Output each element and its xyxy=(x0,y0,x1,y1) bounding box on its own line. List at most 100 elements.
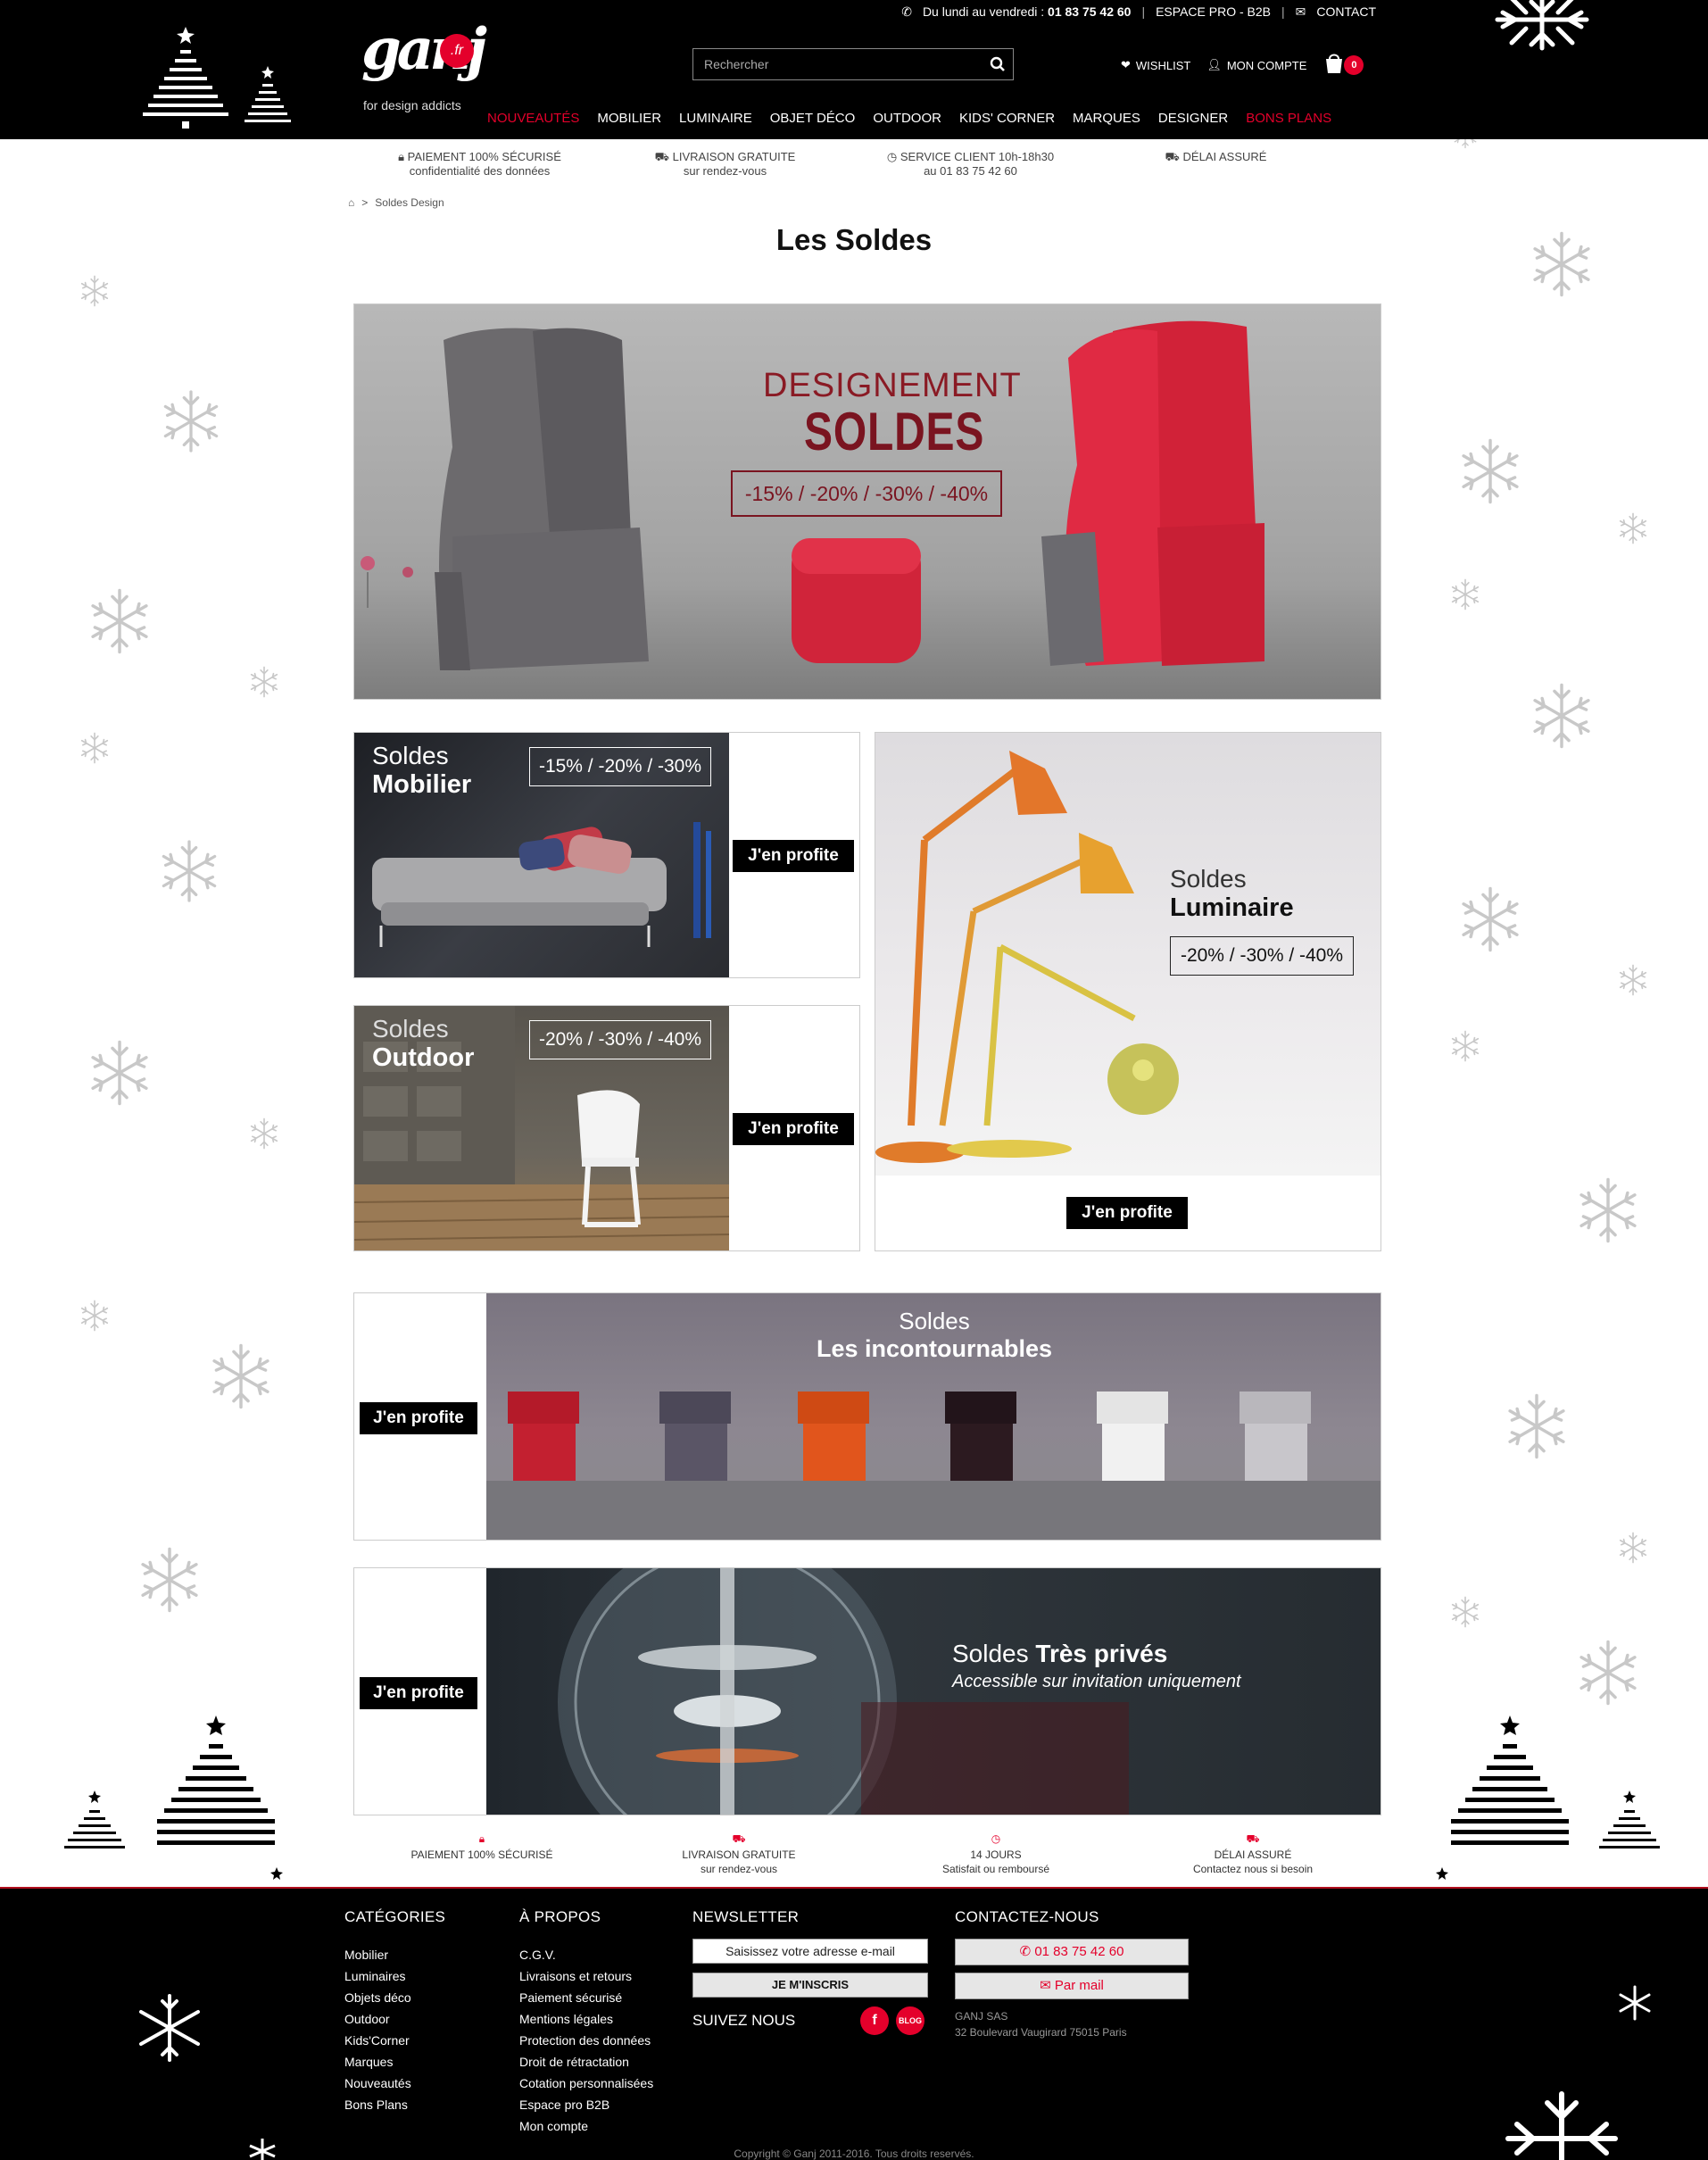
main-navigation: NOUVEAUTÉS MOBILIER LUMINAIRE OBJET DÉCO… xyxy=(487,111,1331,126)
user-icon: 👤︎ xyxy=(1206,58,1222,71)
footer-link[interactable]: Kids'Corner xyxy=(344,2030,445,2051)
contact-phone-button[interactable]: ✆ 01 83 75 42 60 xyxy=(955,1939,1189,1965)
footer-link[interactable]: Mentions légales xyxy=(519,2008,653,2030)
footer-reassurance-title: PAIEMENT 100% SÉCURISÉ xyxy=(410,1848,553,1861)
nav-item-objet-deco[interactable]: OBJET DÉCO xyxy=(770,111,856,126)
phone-icon: ✆ xyxy=(1019,1944,1032,1959)
logo-badge: .fr xyxy=(440,34,474,68)
mail-icon: ✉ xyxy=(1295,4,1306,19)
tile-label-line1: Soldes xyxy=(1170,865,1247,893)
search-icon[interactable] xyxy=(983,49,1013,79)
site-header: ganj .fr for design addicts ✆ Du lundi a… xyxy=(0,0,1708,139)
contact-phone-label: 01 83 75 42 60 xyxy=(1034,1944,1124,1959)
prives-label: Soldes Très privés Accessible sur invita… xyxy=(952,1640,1241,1692)
truck-icon: ⛟ xyxy=(1246,1832,1260,1845)
prives-image xyxy=(486,1568,1380,1815)
footer-link[interactable]: Droit de rétractation xyxy=(519,2051,653,2073)
nav-item-luminaire[interactable]: LUMINAIRE xyxy=(679,111,752,126)
snowflake-icon xyxy=(1495,0,1589,51)
promo-tile-incontournables[interactable]: J'en profite Soldes Les incontournables xyxy=(353,1292,1381,1541)
nav-item-designer[interactable]: DESIGNER xyxy=(1158,111,1228,126)
mobilier-label: Soldes Mobilier xyxy=(372,742,471,800)
footer-reassurance-sub: sur rendez-vous xyxy=(700,1863,778,1875)
footer-link[interactable]: Cotation personnalisées xyxy=(519,2073,653,2094)
footer-about: À PROPOS C.G.V. Livraisons et retours Pa… xyxy=(519,1908,653,2137)
footer-contact-title: CONTACTEZ-NOUS xyxy=(955,1908,1099,1925)
incontournables-cta-button[interactable]: J'en profite xyxy=(360,1402,477,1434)
tile-label-line1: Soldes xyxy=(899,1308,970,1334)
footer-link[interactable]: Protection des données xyxy=(519,2030,653,2051)
footer-link[interactable]: C.G.V. xyxy=(519,1944,653,1965)
tile-label-line1: Soldes xyxy=(372,742,449,769)
footer-reassurance-title: 14 JOURS xyxy=(970,1848,1022,1861)
footer-link[interactable]: Luminaires xyxy=(344,1965,445,1987)
reassurance-sub: au 01 83 75 42 60 xyxy=(924,164,1017,178)
lock-icon: 🔒︎ xyxy=(478,1832,485,1845)
pro-b2b-link[interactable]: ESPACE PRO - B2B xyxy=(1156,4,1271,19)
cart-button[interactable]: 0 xyxy=(1322,52,1374,79)
promo-tile-outdoor[interactable]: Soldes Outdoor -20% / -30% / -40% J'en p… xyxy=(353,1005,860,1251)
footer-reassurance-title: LIVRAISON GRATUITE xyxy=(682,1848,796,1861)
search-input[interactable] xyxy=(693,49,983,79)
footer-about-title: À PROPOS xyxy=(519,1908,601,1925)
promo-tile-prives[interactable]: J'en profite Soldes Très privés Accessib… xyxy=(353,1567,1381,1815)
site-logo[interactable]: ganj .fr for design addicts xyxy=(361,21,487,113)
prives-cta-button[interactable]: J'en profite xyxy=(360,1677,477,1709)
blog-icon[interactable]: BLOG xyxy=(896,2006,924,2035)
christmas-tree-icon xyxy=(1436,1716,1660,1880)
footer-link[interactable]: Marques xyxy=(344,2051,445,2073)
outdoor-cta-button[interactable]: J'en profite xyxy=(733,1113,854,1145)
mail-icon: ✉ xyxy=(1040,1978,1051,1993)
snowflake-icon xyxy=(139,1994,200,2062)
hours-label: Du lundi au vendredi : 01 83 75 42 60 xyxy=(922,4,1132,19)
newsletter-email-input[interactable]: Saisissez votre adresse e-mail xyxy=(692,1939,928,1964)
home-icon[interactable]: ⌂ xyxy=(348,196,354,209)
promo-tile-mobilier[interactable]: Soldes Mobilier -15% / -20% / -30% J'en … xyxy=(353,732,860,978)
outdoor-discounts: -20% / -30% / -40% xyxy=(529,1020,711,1059)
tile-label-line2: Luminaire xyxy=(1170,893,1294,922)
newsletter-subscribe-button[interactable]: JE M'INSCRIS xyxy=(692,1973,928,1998)
tile-label-line1: Soldes xyxy=(372,1015,449,1043)
reassurance-title: SERVICE CLIENT 10h-18h30 xyxy=(900,150,1055,163)
footer-link[interactable]: Bons Plans xyxy=(344,2094,445,2115)
truck-icon: ⛟ xyxy=(1165,150,1180,163)
footer-link[interactable]: Nouveautés xyxy=(344,2073,445,2094)
wishlist-link[interactable]: ❤ WISHLIST xyxy=(1121,58,1190,72)
lock-icon: 🔒︎ xyxy=(398,150,405,163)
wishlist-label: WISHLIST xyxy=(1135,58,1191,72)
tile-label-line2: Très privés xyxy=(1035,1640,1168,1667)
footer-link[interactable]: Espace pro B2B xyxy=(519,2094,653,2115)
contact-link[interactable]: CONTACT xyxy=(1316,4,1376,19)
footer-link[interactable]: Livraisons et retours xyxy=(519,1965,653,1987)
footer-reassurance-sub: Contactez nous si besoin xyxy=(1192,1863,1314,1875)
nav-item-nouveautes[interactable]: NOUVEAUTÉS xyxy=(487,111,579,126)
hero-banner[interactable]: DESIGNEMENT SOLDES -15% / -20% / -30% / … xyxy=(353,303,1381,700)
company-address: 32 Boulevard Vaugirard 75015 Paris xyxy=(955,2026,1127,2039)
promo-tile-luminaire[interactable]: Soldes Luminaire -20% / -30% / -40% J'en… xyxy=(875,732,1381,1251)
luminaire-label: Soldes Luminaire xyxy=(1170,865,1294,923)
footer-reassurance-item: ◷ 14 JOURS Satisfait ou remboursé xyxy=(867,1832,1124,1876)
nav-item-kids-corner[interactable]: KIDS' CORNER xyxy=(959,111,1055,126)
tile-label-line2: Mobilier xyxy=(372,770,472,799)
tile-label-line2: Les incontournables xyxy=(816,1335,1053,1362)
snowflake-icon xyxy=(1619,1985,1651,2021)
footer-link[interactable]: Paiement sécurisé xyxy=(519,1987,653,2008)
luminaire-cta-button[interactable]: J'en profite xyxy=(1066,1197,1188,1229)
mobilier-cta-button[interactable]: J'en profite xyxy=(733,840,854,872)
account-link[interactable]: 👤︎ MON COMPTE xyxy=(1206,58,1306,72)
nav-item-outdoor[interactable]: OUTDOOR xyxy=(873,111,941,126)
nav-item-mobilier[interactable]: MOBILIER xyxy=(597,111,661,126)
footer-link[interactable]: Mobilier xyxy=(344,1944,445,1965)
facebook-icon[interactable]: f xyxy=(860,2006,889,2035)
contact-mail-button[interactable]: ✉ Par mail xyxy=(955,1973,1189,1999)
nav-item-marques[interactable]: MARQUES xyxy=(1073,111,1140,126)
footer-link[interactable]: Objets déco xyxy=(344,1987,445,2008)
footer-link[interactable]: Mon compte xyxy=(519,2115,653,2137)
header-phone[interactable]: 01 83 75 42 60 xyxy=(1048,4,1131,19)
nav-item-bons-plans[interactable]: BONS PLANS xyxy=(1246,111,1331,126)
footer-link[interactable]: Outdoor xyxy=(344,2008,445,2030)
follow-us-label: SUIVEZ NOUS xyxy=(692,2012,796,2029)
reassurance-item: ⛟ DÉLAI ASSURÉ xyxy=(1093,150,1339,179)
footer-reassurance-bar: 🔒︎ PAIEMENT 100% SÉCURISÉ ⛟ LIVRAISON GR… xyxy=(353,1832,1381,1876)
user-links: ❤ WISHLIST 👤︎ MON COMPTE 0 xyxy=(1121,52,1374,79)
